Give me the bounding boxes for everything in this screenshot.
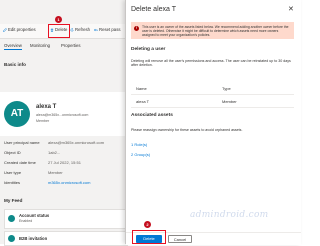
tab-bar: Overview Monitoring Properties <box>0 42 130 52</box>
column-header-type: Type <box>222 86 231 91</box>
cancel-button[interactable]: Cancel <box>168 235 192 243</box>
property-row: Identities m365x.onmicrosoft.com <box>4 180 128 188</box>
key-icon <box>94 28 98 32</box>
b2b-invitation-title: B2B invitation <box>19 236 48 241</box>
dialog-title: Delete alexa T <box>131 6 177 13</box>
step-1-marker: 1 <box>55 16 62 23</box>
tab-properties[interactable]: Properties <box>61 43 81 48</box>
account-status-value: Enabled <box>19 219 33 223</box>
warning-icon: ! <box>134 26 139 31</box>
tab-monitoring[interactable]: Monitoring <box>30 43 50 48</box>
warning-text: This user is an owner of the assets list… <box>142 25 289 38</box>
step-2-marker: 2 <box>144 221 151 228</box>
property-label: Created date time <box>4 160 36 165</box>
my-feed-title: My Feed <box>4 198 23 203</box>
user-display-name: alexa T <box>36 104 57 110</box>
deleting-user-text: Deleting will remove all the user's perm… <box>131 59 291 68</box>
b2b-invitation-icon <box>8 235 15 242</box>
property-row: User principal name alexa@m365x.onmicros… <box>4 140 128 148</box>
user-name-cell: alexa T <box>136 99 150 104</box>
command-bar: Edit properties Delete Refresh Reset pas… <box>0 24 140 39</box>
property-row: Object ID 1ab2... <box>4 150 128 158</box>
table-header-divider <box>131 94 294 95</box>
reset-password-button[interactable]: Reset pass <box>94 27 121 32</box>
deleting-user-heading: Deleting a user <box>131 47 166 52</box>
user-type-cell: Member <box>222 99 237 104</box>
user-email: alexa@m365x...onmicrosoft.com <box>36 113 89 117</box>
tab-overview[interactable]: Overview <box>4 43 22 50</box>
property-value: alexa@m365x.onmicrosoft.com <box>48 140 105 145</box>
identities-link[interactable]: m365x.onmicrosoft.com <box>48 180 90 185</box>
property-row: User type Member <box>4 170 128 178</box>
account-status-title: Account status <box>19 213 50 218</box>
basic-info-title: Basic info <box>4 62 26 67</box>
associated-assets-text: Please reassign ownership for these asse… <box>131 128 243 132</box>
roles-link[interactable]: 1 Role(s) <box>131 142 147 147</box>
property-label: Identities <box>4 180 21 185</box>
refresh-icon <box>70 28 74 32</box>
delete-user-dialog: Delete alexa T ✕ ! This user is an owner… <box>125 0 301 245</box>
associated-assets-heading: Associated assets <box>131 113 173 118</box>
edit-properties-label: Edit properties <box>8 27 36 32</box>
reset-password-label: Reset pass <box>99 27 121 32</box>
property-value: Member <box>48 170 63 175</box>
property-label: Object ID <box>4 150 21 155</box>
warning-banner: ! This user is an owner of the assets li… <box>131 22 294 39</box>
delete-highlight-box <box>48 24 70 38</box>
user-detail-panel: Edit properties Delete Refresh Reset pas… <box>0 0 140 246</box>
avatar: AT <box>4 101 30 127</box>
property-value: 27 Jul 2022, 15:51 <box>48 160 81 165</box>
close-icon[interactable]: ✕ <box>288 5 294 13</box>
refresh-label: Refresh <box>75 27 91 32</box>
admindroid-watermark: admindroid.com <box>190 210 269 220</box>
table-row-divider <box>131 107 294 108</box>
edit-properties-button[interactable]: Edit properties <box>3 27 36 32</box>
column-header-name: Name <box>136 86 147 91</box>
user-role: Member <box>36 119 50 123</box>
pencil-icon <box>3 28 7 32</box>
account-status-icon <box>8 215 15 222</box>
groups-link[interactable]: 2 Group(s) <box>131 152 150 157</box>
confirm-delete-highlight-box <box>132 230 166 244</box>
refresh-button[interactable]: Refresh <box>70 27 90 32</box>
property-value: 1ab2... <box>48 150 61 155</box>
property-label: User principal name <box>4 140 40 145</box>
property-label: User type <box>4 170 22 175</box>
property-row: Created date time 27 Jul 2022, 15:51 <box>4 160 128 168</box>
account-status-card: Account status Enabled <box>4 209 128 229</box>
